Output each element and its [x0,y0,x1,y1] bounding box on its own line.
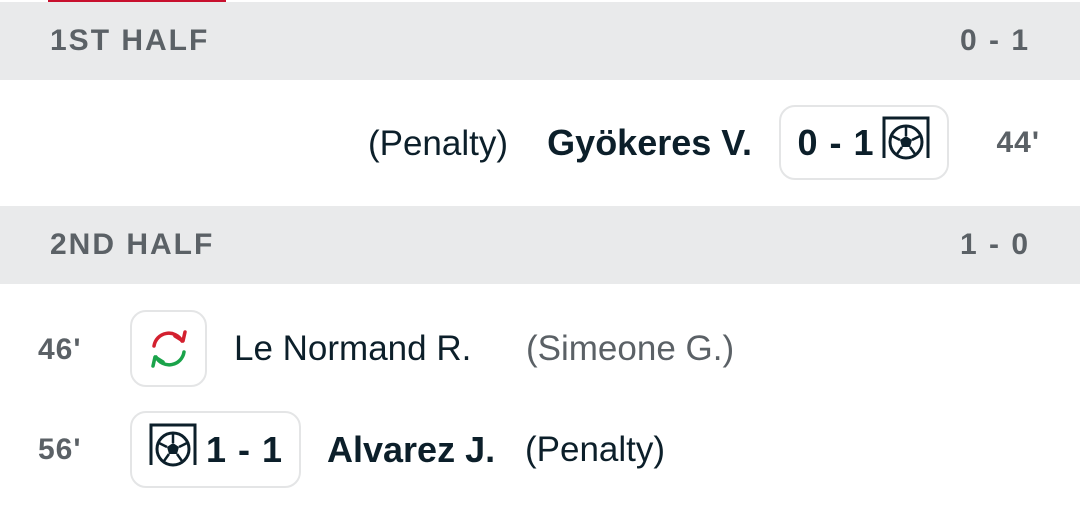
match-summary: 1ST HALF 0 - 1 (Penalty) Gyökeres V. 0 -… [0,0,1080,508]
incident-player[interactable]: Gyökeres V. [547,122,752,164]
incident-minute: 46' [38,333,82,366]
incident-row[interactable]: (Penalty) Gyökeres V. 0 - 1 44' [0,80,1080,206]
substitution-icon [150,329,187,368]
incident-minute: 44' [996,126,1040,159]
soccer-goal-icon [149,423,197,466]
goal-score-badge: 1 - 1 [130,411,301,488]
incident-player[interactable]: Alvarez J. [327,429,495,471]
goal-score: 1 - 1 [205,428,284,470]
player-in[interactable]: Le Normand R. [234,329,471,369]
second-half-score: 1 - 0 [959,228,1030,261]
second-half-title: 2ND HALF [50,228,215,261]
first-half-header: 1ST HALF 0 - 1 [0,2,1080,80]
incident-note: (Penalty) [525,430,666,469]
goal-score-badge: 0 - 1 [779,105,949,180]
incident-note: (Penalty) [367,124,508,163]
player-out[interactable]: (Simeone G.) [526,329,734,369]
second-half-header: 2ND HALF 1 - 0 [0,206,1080,284]
incident-row[interactable]: 46' Le Normand R. (Simeone G.) [0,285,1080,405]
first-half-score: 0 - 1 [959,24,1030,57]
first-half-title: 1ST HALF [50,24,210,57]
incident-minute: 56' [38,433,82,466]
soccer-goal-icon [882,116,930,159]
substitution-badge [130,310,207,387]
incident-row[interactable]: 56' 1 - 1 Alvarez J. (Penalty) [0,405,1080,508]
goal-score: 0 - 1 [797,121,875,163]
